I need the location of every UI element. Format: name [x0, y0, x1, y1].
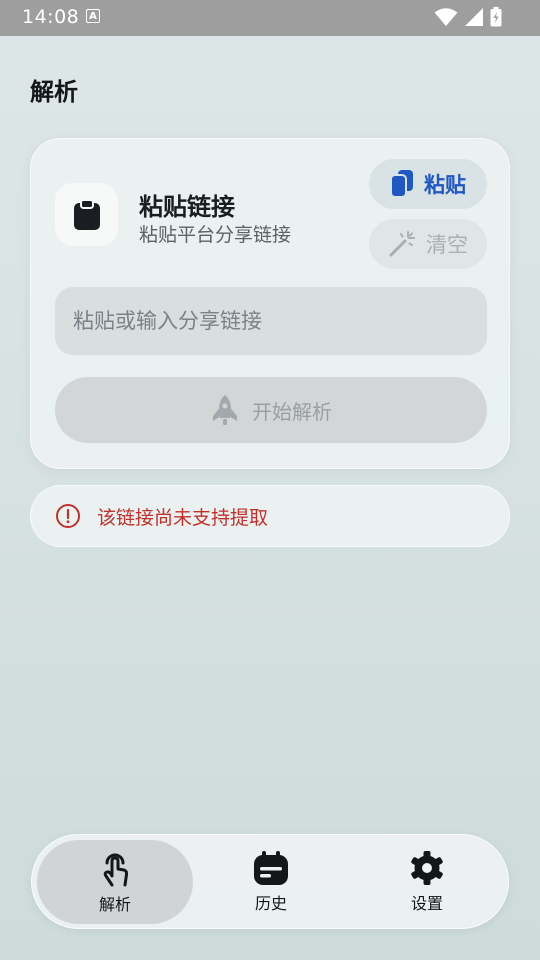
accessibility-a-icon: A [86, 9, 100, 23]
magic-wand-icon [389, 231, 415, 257]
start-parse-label: 开始解析 [252, 399, 332, 424]
paste-link-card: 粘贴链接 粘贴平台分享链接 粘贴 清空 开始解析 [30, 138, 510, 469]
rocket-icon [213, 395, 237, 425]
status-time: 14:08 [22, 6, 80, 28]
page-title: 解析 [30, 78, 78, 106]
wifi-icon [434, 8, 458, 26]
nav-label-parse: 解析 [98, 895, 131, 914]
paste-button[interactable]: 粘贴 [369, 159, 487, 209]
copy-paste-icon [390, 170, 413, 198]
clear-button-label: 清空 [426, 233, 468, 257]
error-circle-icon [56, 504, 80, 528]
clipboard-badge [55, 183, 118, 246]
card-subtitle: 粘贴平台分享链接 [139, 224, 292, 246]
history-calendar-icon [254, 851, 288, 885]
clipboard-icon [73, 199, 100, 230]
start-parse-button[interactable]: 开始解析 [55, 377, 487, 443]
share-link-input[interactable] [55, 287, 487, 355]
nav-item-history[interactable]: 历史 [193, 840, 349, 924]
card-title: 粘贴链接 [139, 193, 235, 221]
paste-button-label: 粘贴 [424, 173, 466, 197]
touch-gesture-icon [103, 853, 129, 887]
cellular-signal-icon [465, 8, 483, 26]
error-message: 该链接尚未支持提取 [97, 506, 269, 529]
nav-label-history: 历史 [254, 894, 287, 913]
bottom-navigation: 解析 历史 设置 [31, 834, 509, 929]
status-bar: 14:08 A [0, 0, 540, 36]
gear-icon [411, 851, 443, 885]
nav-item-settings[interactable]: 设置 [349, 840, 505, 924]
battery-charging-icon [490, 7, 502, 27]
status-icons [434, 7, 502, 27]
clear-button[interactable]: 清空 [369, 219, 487, 269]
nav-item-parse[interactable]: 解析 [37, 840, 193, 924]
error-banner: 该链接尚未支持提取 [30, 485, 510, 547]
nav-label-settings: 设置 [410, 894, 443, 913]
